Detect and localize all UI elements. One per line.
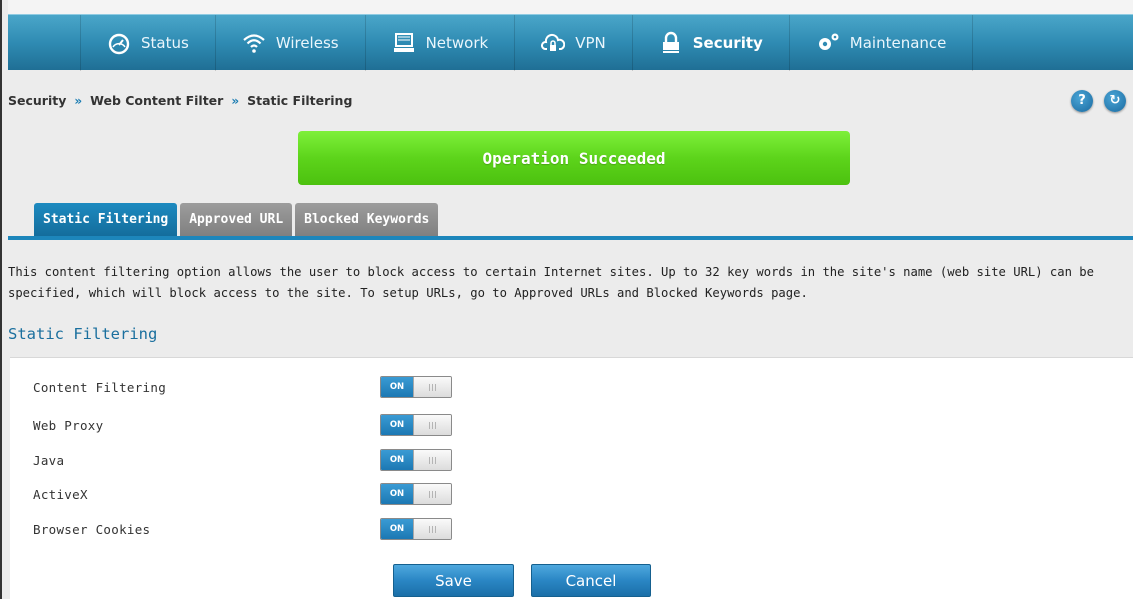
cloud-lock-icon [541, 33, 566, 51]
tab-blocked-keywords[interactable]: Blocked Keywords [295, 203, 439, 236]
nav-item-label: Status [141, 33, 189, 52]
tab-underline [8, 236, 1133, 240]
nav-item-label: Maintenance [849, 33, 947, 52]
setting-label: ActiveX [33, 486, 88, 502]
setting-label: Content Filtering [33, 379, 167, 395]
refresh-button[interactable]: ↻ [1104, 90, 1126, 112]
refresh-icon: ↻ [1109, 93, 1121, 108]
toggle-knob [413, 450, 451, 470]
breadcrumb-item[interactable]: Web Content Filter [90, 93, 223, 108]
save-button[interactable]: Save [393, 564, 514, 597]
activex-toggle[interactable]: ON [380, 483, 452, 505]
toggle-state: ON [381, 450, 413, 470]
tab-static-filtering[interactable]: Static Filtering [34, 203, 178, 236]
setting-row-browser-cookies: Browser Cookies ON [33, 516, 533, 542]
nav-item-status[interactable]: Status [81, 15, 215, 71]
nav-item-label: Wireless [275, 33, 339, 52]
setting-label: Java [33, 452, 65, 468]
nav-item-maintenance[interactable]: Maintenance [790, 15, 973, 71]
success-banner: Operation Succeeded [298, 131, 850, 185]
breadcrumb-item: Static Filtering [247, 93, 353, 108]
tab-label: Approved URL [189, 212, 284, 227]
content-filtering-toggle[interactable]: ON [380, 376, 452, 398]
help-button[interactable]: ? [1071, 90, 1093, 112]
lock-icon [662, 31, 679, 53]
setting-row-content-filtering: Content Filtering ON [33, 374, 533, 400]
tab-approved-url[interactable]: Approved URL [180, 203, 293, 236]
setting-row-web-proxy: Web Proxy ON [33, 412, 533, 438]
breadcrumb-item[interactable]: Security [8, 93, 66, 108]
toggle-knob [413, 519, 451, 539]
gauge-icon [108, 33, 130, 54]
breadcrumb: Security » Web Content Filter » Static F… [8, 93, 352, 108]
setting-row-java: Java ON [33, 447, 533, 473]
nav-item-security[interactable]: Security [633, 15, 789, 71]
browser-cookies-toggle[interactable]: ON [380, 518, 452, 540]
page-description: This content filtering option allows the… [8, 265, 1094, 300]
toggle-state: ON [381, 484, 413, 504]
gears-icon [818, 33, 839, 50]
nav-item-wireless[interactable]: Wireless [216, 15, 365, 71]
help-icon: ? [1078, 93, 1086, 108]
nav-separator [972, 14, 974, 71]
toggle-knob [413, 415, 451, 435]
nav-item-vpn[interactable]: VPN [515, 15, 632, 71]
wifi-icon [243, 33, 265, 53]
toggle-state: ON [381, 415, 413, 435]
monitor-icon [393, 32, 414, 52]
nav-item-network[interactable]: Network [366, 15, 515, 71]
success-message: Operation Succeeded [482, 148, 666, 168]
cancel-button[interactable]: Cancel [531, 564, 651, 597]
window-edge [0, 0, 2, 599]
web-proxy-toggle[interactable]: ON [380, 414, 452, 436]
setting-label: Web Proxy [33, 417, 104, 433]
main-nav: Status Wireless Network VPN Security Mai… [8, 14, 1133, 71]
setting-row-activex: ActiveX ON [33, 481, 533, 507]
top-strip [8, 0, 1133, 14]
java-toggle[interactable]: ON [380, 449, 452, 471]
tab-label: Static Filtering [43, 212, 169, 227]
setting-label: Browser Cookies [33, 521, 151, 537]
nav-item-label: Network [425, 33, 489, 52]
toggle-state: ON [381, 377, 413, 397]
toggle-knob [413, 377, 451, 397]
toggle-knob [413, 484, 451, 504]
tab-bar: Static Filtering Approved URL Blocked Ke… [34, 203, 439, 236]
section-title: Static Filtering [8, 325, 158, 343]
breadcrumb-separator: » [231, 93, 240, 108]
nav-item-label: VPN [575, 33, 606, 52]
breadcrumb-separator: » [74, 93, 83, 108]
tab-label: Blocked Keywords [304, 212, 430, 227]
toggle-state: ON [381, 519, 413, 539]
nav-item-label: Security [692, 33, 763, 52]
